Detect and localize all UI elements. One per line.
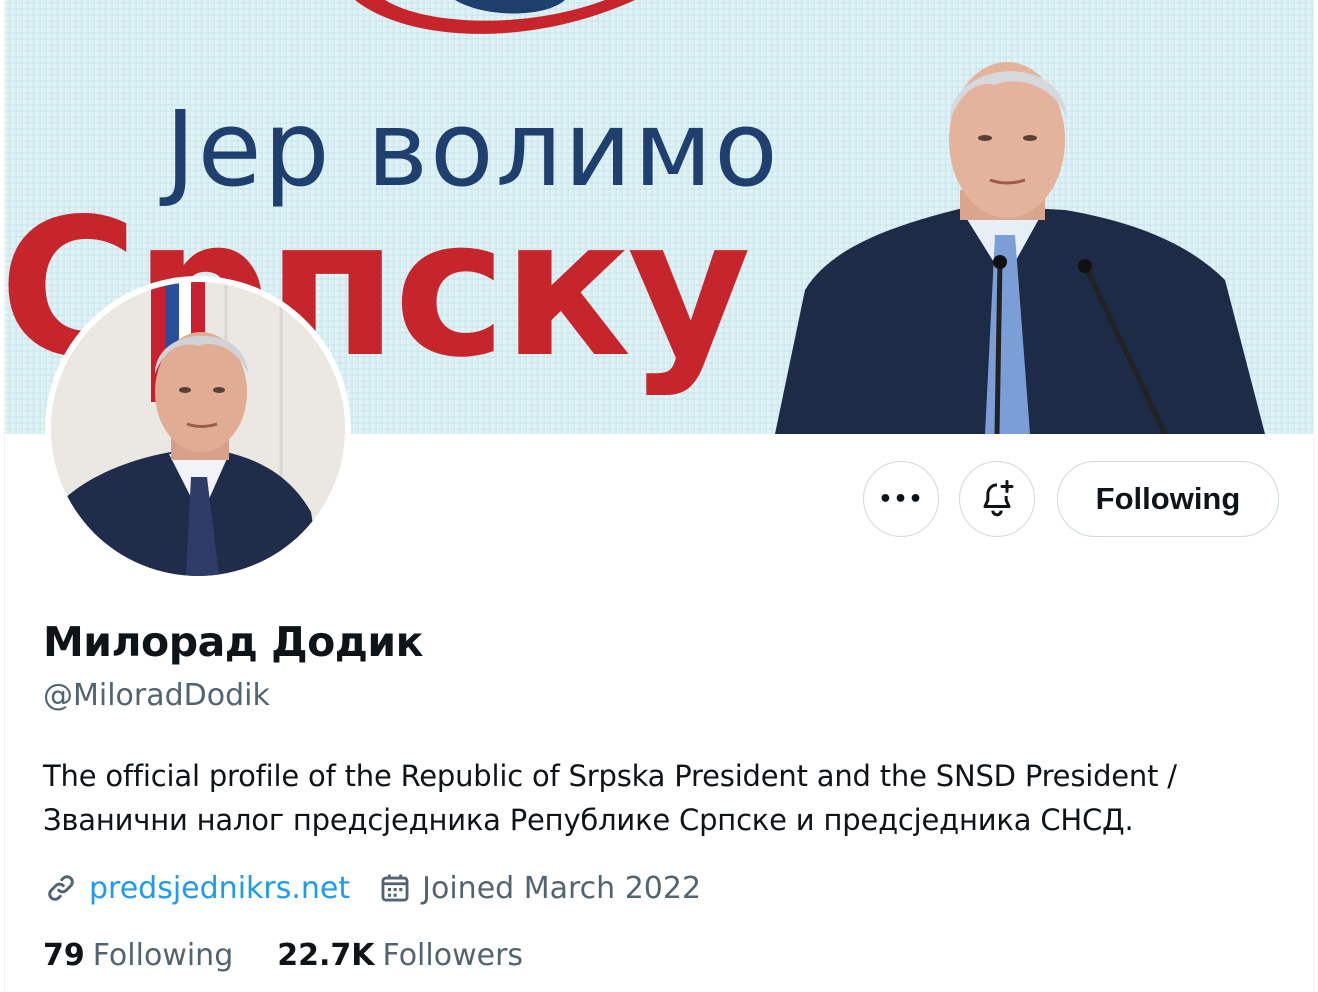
website-item: predsjednikrs.net bbox=[43, 870, 350, 906]
calendar-icon bbox=[381, 874, 409, 902]
more-icon: ••• bbox=[878, 486, 924, 512]
following-count-link[interactable]: 79 Following bbox=[43, 938, 233, 973]
user-handle: @MiloradDodik bbox=[43, 678, 270, 713]
followers-count-label: Followers bbox=[382, 938, 524, 973]
profile-avatar[interactable] bbox=[45, 276, 351, 582]
following-count: 79 bbox=[43, 938, 85, 973]
followers-count: 22.7K bbox=[277, 938, 375, 973]
joined-date: Joined March 2022 bbox=[422, 870, 702, 906]
more-options-button[interactable]: ••• bbox=[863, 461, 939, 537]
profile-bio: The official profile of the Republic of … bbox=[43, 754, 1283, 842]
website-link[interactable]: predsjednikrs.net bbox=[89, 871, 350, 906]
banner-speaker-figure bbox=[775, 62, 1265, 434]
link-icon bbox=[48, 875, 74, 901]
notifications-button[interactable] bbox=[959, 461, 1035, 537]
profile-stats: 79 Following 22.7K Followers bbox=[43, 938, 523, 973]
following-count-label: Following bbox=[92, 938, 234, 973]
following-button[interactable]: Following bbox=[1057, 461, 1279, 537]
profile-page: Јер волимо Српску ••• Following Милорад … bbox=[4, 0, 1314, 992]
bio-line: Званични налог предсједника Републике Ср… bbox=[43, 803, 1134, 837]
avatar-image bbox=[51, 282, 345, 576]
followers-count-link[interactable]: 22.7K Followers bbox=[277, 938, 523, 973]
joined-item: Joined March 2022 bbox=[378, 871, 701, 906]
display-name: Милорад Додик bbox=[43, 618, 423, 666]
profile-meta: predsjednikrs.net Joined March 2022 bbox=[43, 866, 701, 910]
bell-plus-icon bbox=[983, 480, 1014, 517]
bio-line: The official profile of the Republic of … bbox=[43, 759, 1177, 793]
